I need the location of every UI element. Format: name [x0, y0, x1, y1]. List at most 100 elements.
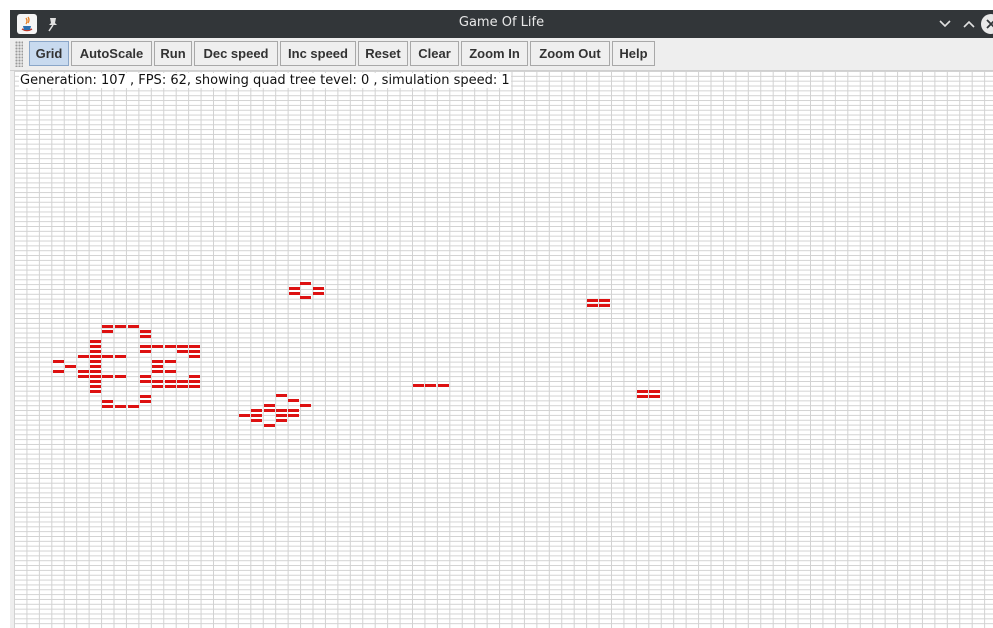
- grid-button[interactable]: Grid: [29, 41, 69, 66]
- live-cell: [165, 345, 176, 348]
- close-button[interactable]: [981, 14, 993, 34]
- live-cell: [289, 287, 300, 290]
- live-cell: [313, 292, 324, 295]
- title-bar[interactable]: Game Of Life: [10, 10, 993, 38]
- live-cell: [587, 299, 598, 302]
- live-cell: [102, 330, 113, 333]
- live-cell: [65, 365, 76, 368]
- live-cell: [115, 375, 126, 378]
- run-button[interactable]: Run: [154, 41, 192, 66]
- reset-button[interactable]: Reset: [358, 41, 408, 66]
- life-grid-canvas[interactable]: Generation: 107 , FPS: 62, showing quad …: [14, 71, 993, 628]
- live-cell: [165, 370, 176, 373]
- chevron-down-icon: [939, 20, 951, 28]
- live-cell: [289, 292, 300, 295]
- live-cell: [177, 380, 188, 383]
- live-cell: [90, 340, 101, 343]
- inc-speed-button[interactable]: Inc speed: [280, 41, 356, 66]
- live-cell: [140, 395, 151, 398]
- live-cell: [276, 409, 287, 412]
- live-cell: [264, 424, 275, 427]
- live-cell: [425, 384, 437, 387]
- live-cell: [649, 395, 661, 398]
- live-cell: [152, 365, 163, 368]
- live-cell: [288, 399, 299, 402]
- live-cell: [90, 355, 101, 358]
- live-cell: [189, 380, 200, 383]
- live-cell: [140, 350, 151, 353]
- live-cell: [313, 287, 324, 290]
- live-cell: [239, 414, 250, 417]
- live-cell: [637, 390, 648, 393]
- live-cell: [152, 385, 163, 388]
- live-cell: [177, 345, 188, 348]
- live-cell: [251, 409, 262, 412]
- toolbar-grip[interactable]: [15, 41, 23, 67]
- chevron-up-icon: [963, 20, 975, 28]
- live-cell: [300, 282, 311, 285]
- live-cell: [140, 335, 151, 338]
- live-cell: [587, 304, 598, 307]
- live-cell: [78, 370, 89, 373]
- close-icon: [986, 19, 993, 29]
- live-cell: [152, 370, 163, 373]
- live-cell: [300, 404, 311, 407]
- live-cell: [90, 390, 101, 393]
- live-cell: [276, 414, 287, 417]
- live-cell: [90, 380, 101, 383]
- live-cell: [102, 400, 113, 403]
- live-cell: [90, 385, 101, 388]
- live-cell: [102, 325, 113, 328]
- live-cell: [102, 375, 113, 378]
- status-text: Generation: 107 , FPS: 62, showing quad …: [19, 73, 511, 88]
- live-cell: [53, 370, 64, 373]
- live-cell: [90, 365, 101, 368]
- live-cell: [115, 405, 126, 408]
- live-cell: [90, 350, 101, 353]
- live-cell: [90, 370, 101, 373]
- live-cell: [78, 355, 89, 358]
- live-cell: [90, 360, 101, 363]
- maximize-button[interactable]: [960, 15, 978, 33]
- live-cell: [115, 325, 126, 328]
- live-cell: [165, 380, 176, 383]
- live-cell: [649, 390, 661, 393]
- live-cell: [140, 345, 151, 348]
- live-cell: [152, 345, 163, 348]
- minimize-button[interactable]: [936, 15, 954, 33]
- live-cell: [288, 409, 299, 412]
- live-cell: [189, 350, 200, 353]
- live-cell: [90, 375, 101, 378]
- live-cell: [637, 395, 648, 398]
- live-cell: [251, 414, 262, 417]
- live-cell: [276, 419, 287, 422]
- clear-button[interactable]: Clear: [410, 41, 459, 66]
- toolbar: Grid AutoScale Run Dec speed Inc speed R…: [10, 38, 993, 71]
- live-cell: [413, 384, 424, 387]
- live-cell: [128, 405, 139, 408]
- live-cell: [189, 345, 200, 348]
- live-cell: [288, 414, 299, 417]
- live-cell: [152, 360, 163, 363]
- autoscale-button[interactable]: AutoScale: [71, 41, 152, 66]
- dec-speed-button[interactable]: Dec speed: [194, 41, 278, 66]
- help-button[interactable]: Help: [612, 41, 655, 66]
- zoom-out-button[interactable]: Zoom Out: [530, 41, 610, 66]
- live-cell: [251, 419, 262, 422]
- live-cell: [276, 394, 287, 397]
- live-cell: [152, 380, 163, 383]
- live-cell: [78, 375, 89, 378]
- zoom-in-button[interactable]: Zoom In: [461, 41, 528, 66]
- live-cell: [128, 325, 139, 328]
- live-cell: [165, 360, 176, 363]
- live-cell: [140, 380, 151, 383]
- live-cell: [102, 405, 113, 408]
- live-cell: [140, 375, 151, 378]
- live-cell: [177, 385, 188, 388]
- live-cell: [189, 355, 200, 358]
- live-cell: [264, 409, 275, 412]
- live-cell: [264, 404, 275, 407]
- live-cell: [102, 355, 113, 358]
- live-cell: [189, 385, 200, 388]
- live-cell: [53, 360, 64, 363]
